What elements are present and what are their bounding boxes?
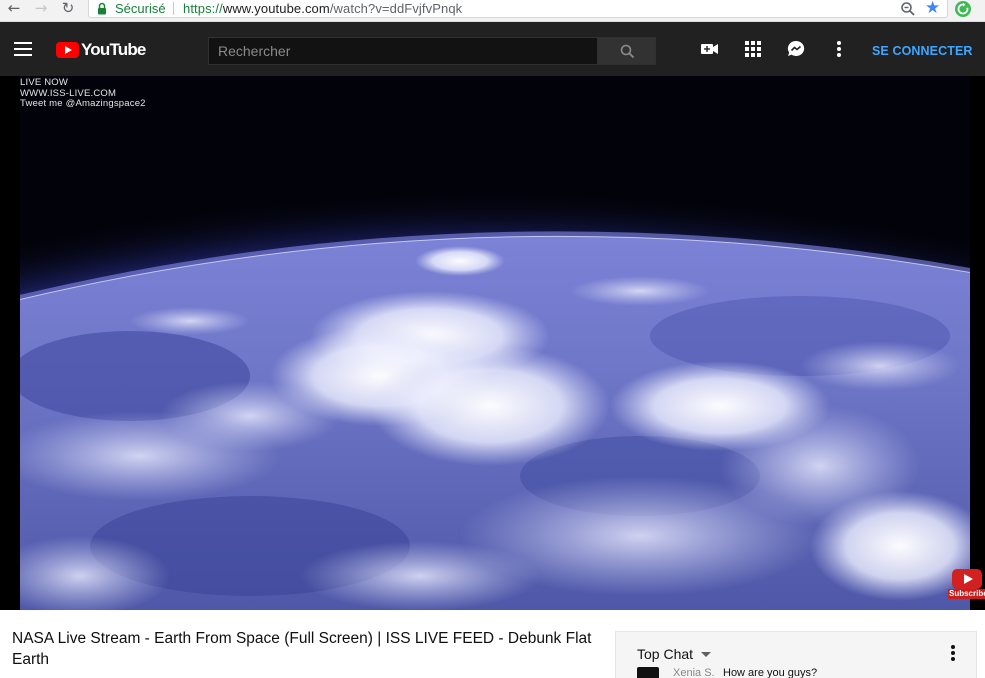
zoom-icon[interactable]: [900, 1, 916, 17]
back-button[interactable]: ←: [4, 0, 24, 20]
url-text[interactable]: https://www.youtube.com/watch?v=ddFvjfvP…: [183, 1, 462, 16]
earth-from-space-image: [20, 76, 970, 610]
subscribe-watermark[interactable]: Subscribe: [948, 567, 985, 601]
url-host: www.youtube.com: [222, 1, 330, 16]
chat-text: How are you guys?: [723, 667, 818, 678]
chat-more-options-icon[interactable]: [946, 645, 960, 663]
extension-icon[interactable]: [954, 0, 972, 18]
search-button[interactable]: [597, 37, 656, 65]
messages-icon[interactable]: [785, 38, 807, 60]
sign-in-button[interactable]: SE CONNECTER: [872, 44, 973, 58]
search-box: [208, 37, 598, 65]
lock-icon: [98, 2, 106, 15]
overlay-live-now: LIVE NOW: [20, 77, 69, 88]
chat-mode-label[interactable]: Top Chat: [637, 646, 693, 662]
create-video-icon[interactable]: [699, 38, 721, 60]
omnibox-divider: [173, 2, 174, 15]
url-scheme: https://: [183, 1, 223, 16]
apps-grid-icon[interactable]: [742, 38, 764, 60]
chevron-down-icon[interactable]: [701, 652, 711, 657]
subscribe-label: Subscribe: [948, 589, 985, 599]
reload-button[interactable]: ↻: [58, 0, 78, 20]
secure-label: Sécurisé: [115, 1, 166, 16]
subscribe-play-icon: [952, 569, 982, 589]
search-input[interactable]: [209, 38, 597, 64]
youtube-masthead: YouTube SE CONNECTER: [0, 22, 985, 76]
youtube-play-logo-icon: [56, 42, 79, 58]
youtube-logo-text: YouTube: [81, 40, 146, 59]
search-icon: [620, 44, 635, 59]
url-path: /watch?v=ddFvjfvPnqk: [329, 1, 463, 16]
video-title: NASA Live Stream - Earth From Space (Ful…: [12, 630, 592, 668]
chat-author[interactable]: Xenia S.: [673, 667, 715, 678]
video-frame[interactable]: [20, 76, 970, 610]
address-bar[interactable]: Sécurisé https://www.youtube.com/watch?v…: [88, 0, 948, 18]
more-options-icon[interactable]: [828, 38, 850, 60]
hamburger-menu-icon[interactable]: [14, 42, 32, 56]
overlay-twitter: Tweet me @Amazingspace2: [20, 98, 146, 109]
video-player[interactable]: LIVE NOW WWW.ISS-LIVE.COM Tweet me @Amaz…: [0, 76, 985, 610]
avatar[interactable]: [637, 667, 659, 678]
bookmark-star-icon[interactable]: ★: [925, 0, 943, 17]
browser-toolbar: ← → ↻ Sécurisé https://www.youtube.com/w…: [0, 0, 985, 22]
youtube-logo[interactable]: YouTube: [56, 40, 146, 59]
forward-button[interactable]: →: [31, 0, 51, 20]
chat-message: Xenia S. How are you guys?: [637, 665, 977, 678]
